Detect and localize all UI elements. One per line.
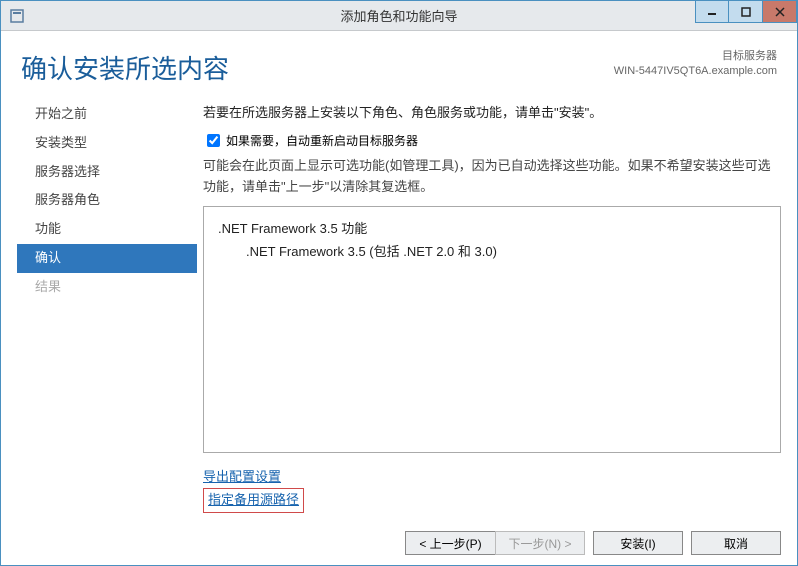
target-name: WIN-5447IV5QT6A.example.com <box>614 64 777 79</box>
links-area: 导出配置设置 指定备用源路径 <box>203 467 781 513</box>
header-row: 确认安装所选内容 目标服务器 WIN-5447IV5QT6A.example.c… <box>21 49 777 86</box>
feature-item: .NET Framework 3.5 (包括 .NET 2.0 和 3.0) <box>246 240 766 263</box>
maximize-button[interactable] <box>729 1 763 23</box>
next-button: 下一步(N) > <box>495 531 585 555</box>
target-server-box: 目标服务器 WIN-5447IV5QT6A.example.com <box>614 49 777 80</box>
wizard-body: 确认安装所选内容 目标服务器 WIN-5447IV5QT6A.example.c… <box>1 31 797 565</box>
target-label: 目标服务器 <box>614 49 777 64</box>
alternate-source-link[interactable]: 指定备用源路径 <box>203 488 304 513</box>
window-controls <box>695 1 797 23</box>
restart-checkbox[interactable] <box>207 134 220 147</box>
export-config-link[interactable]: 导出配置设置 <box>203 467 281 488</box>
main-panel: 若要在所选服务器上安装以下角色、角色服务或功能，请单击"安装"。 如果需要，自动… <box>203 100 781 513</box>
intro-text: 若要在所选服务器上安装以下角色、角色服务或功能，请单击"安装"。 <box>203 102 781 121</box>
wizard-sidebar: 开始之前 安装类型 服务器选择 服务器角色 功能 确认 结果 <box>17 100 197 513</box>
page-title: 确认安装所选内容 <box>21 49 229 86</box>
close-button[interactable] <box>763 1 797 23</box>
app-icon <box>5 9 29 23</box>
step-serverselect[interactable]: 服务器选择 <box>17 158 197 187</box>
nav-button-group: < 上一步(P) 下一步(N) > <box>405 531 585 555</box>
previous-button[interactable]: < 上一步(P) <box>405 531 495 555</box>
install-button[interactable]: 安装(I) <box>593 531 683 555</box>
step-begin[interactable]: 开始之前 <box>17 100 197 129</box>
step-serverroles[interactable]: 服务器角色 <box>17 186 197 215</box>
step-results: 结果 <box>17 273 197 302</box>
cancel-button[interactable]: 取消 <box>691 531 781 555</box>
step-confirm[interactable]: 确认 <box>17 244 197 273</box>
content-row: 开始之前 安装类型 服务器选择 服务器角色 功能 确认 结果 若要在所选服务器上… <box>17 100 781 513</box>
wizard-window: 添加角色和功能向导 确认安装所选内容 目标服务器 WIN-5447IV5QT6A… <box>0 0 798 566</box>
minimize-button[interactable] <box>695 1 729 23</box>
wizard-footer: < 上一步(P) 下一步(N) > 安装(I) 取消 <box>17 521 781 555</box>
window-title: 添加角色和功能向导 <box>1 6 797 25</box>
step-installtype[interactable]: 安装类型 <box>17 129 197 158</box>
step-features[interactable]: 功能 <box>17 215 197 244</box>
optional-note: 可能会在此页面上显示可选功能(如管理工具)，因为已自动选择这些功能。如果不希望安… <box>203 156 781 198</box>
feature-list: .NET Framework 3.5 功能 .NET Framework 3.5… <box>203 206 781 454</box>
restart-row: 如果需要，自动重新启动目标服务器 <box>203 131 781 150</box>
restart-label: 如果需要，自动重新启动目标服务器 <box>226 132 418 149</box>
titlebar: 添加角色和功能向导 <box>1 1 797 31</box>
feature-item: .NET Framework 3.5 功能 <box>218 217 766 240</box>
